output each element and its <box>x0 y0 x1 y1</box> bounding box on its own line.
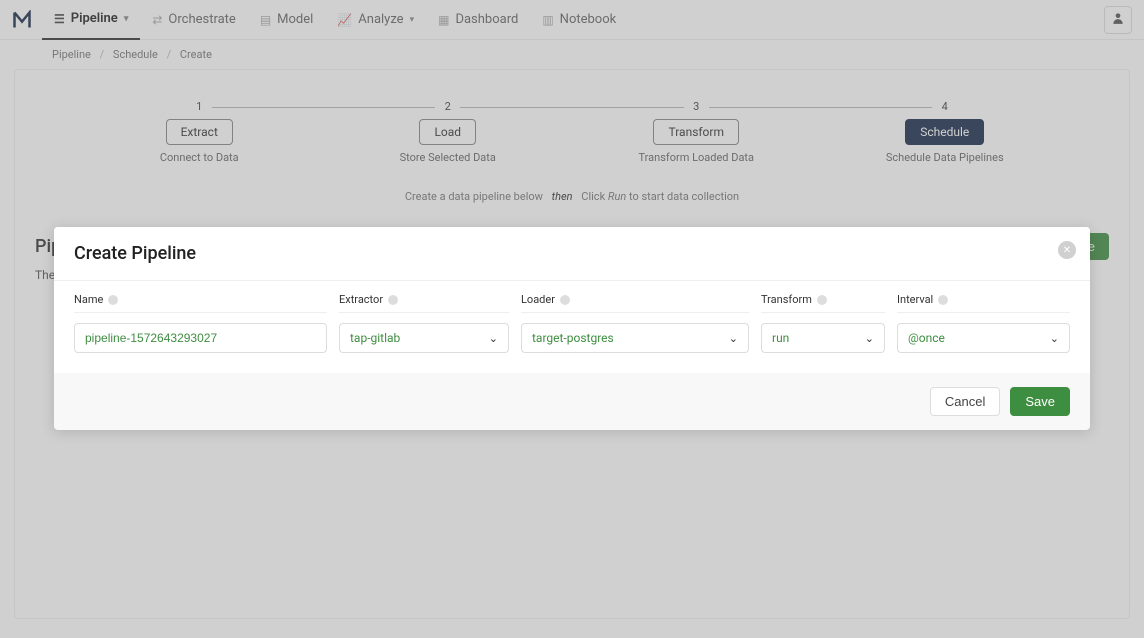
interval-select[interactable]: @once ⌄ <box>897 323 1070 353</box>
modal-body: Name Extractor Loader Transform Interval… <box>54 280 1090 373</box>
label-name: Name <box>74 293 327 313</box>
extractor-select[interactable]: tap-gitlab ⌄ <box>339 323 509 353</box>
modal-title: Create Pipeline <box>74 243 1070 264</box>
create-pipeline-modal: Create Pipeline ✕ Name Extractor Loader … <box>54 227 1090 430</box>
chevron-down-icon: ⌄ <box>865 332 874 345</box>
save-button[interactable]: Save <box>1010 387 1070 416</box>
label-interval: Interval <box>897 293 1070 313</box>
info-icon[interactable] <box>560 295 570 305</box>
cancel-button[interactable]: Cancel <box>930 387 1000 416</box>
name-input[interactable] <box>85 331 316 345</box>
label-transform: Transform <box>761 293 885 313</box>
modal-header: Create Pipeline ✕ <box>54 227 1090 280</box>
name-input-wrapper <box>74 323 327 353</box>
field-labels-row: Name Extractor Loader Transform Interval <box>74 293 1070 313</box>
loader-select[interactable]: target-postgres ⌄ <box>521 323 749 353</box>
transform-select[interactable]: run ⌄ <box>761 323 885 353</box>
modal-close-button[interactable]: ✕ <box>1058 241 1076 259</box>
info-icon[interactable] <box>938 295 948 305</box>
field-inputs-row: tap-gitlab ⌄ target-postgres ⌄ run ⌄ @on… <box>74 323 1070 353</box>
info-icon[interactable] <box>817 295 827 305</box>
chevron-down-icon: ⌄ <box>729 332 738 345</box>
chevron-down-icon: ⌄ <box>1050 332 1059 345</box>
modal-footer: Cancel Save <box>54 373 1090 430</box>
label-loader: Loader <box>521 293 749 313</box>
chevron-down-icon: ⌄ <box>489 332 498 345</box>
label-extractor: Extractor <box>339 293 509 313</box>
info-icon[interactable] <box>388 295 398 305</box>
close-icon: ✕ <box>1063 245 1071 256</box>
info-icon[interactable] <box>108 295 118 305</box>
